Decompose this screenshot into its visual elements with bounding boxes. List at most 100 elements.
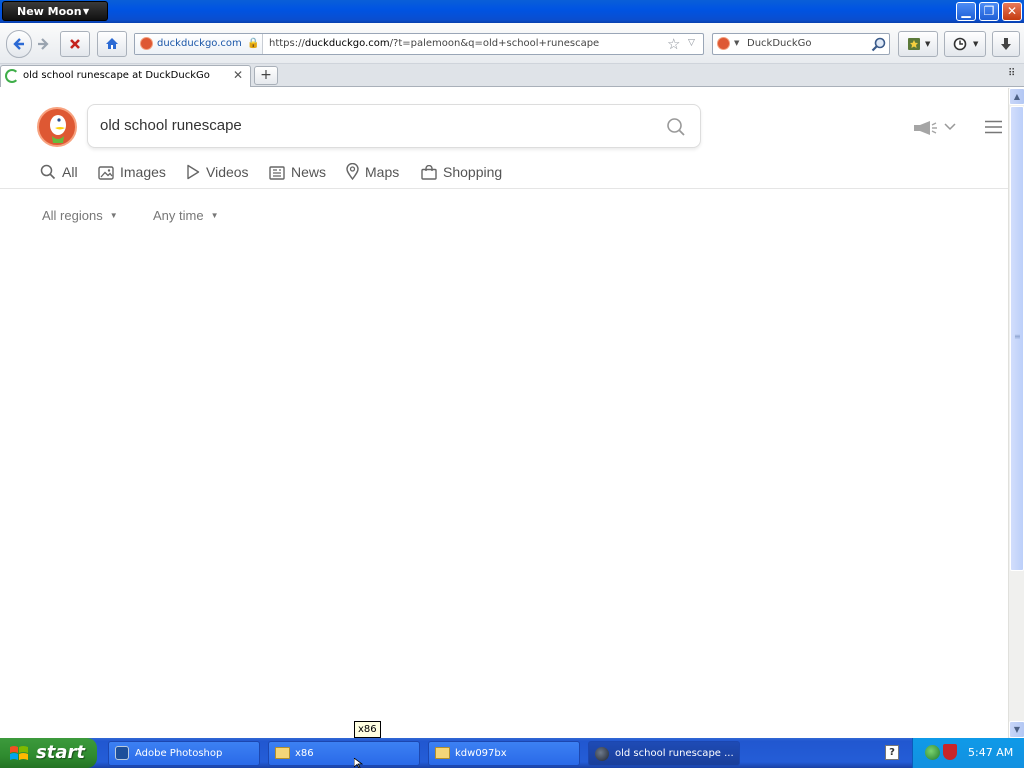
- scroll-down-button[interactable]: ▼: [1009, 721, 1024, 738]
- hamburger-menu-icon[interactable]: [985, 120, 1002, 134]
- tab-active[interactable]: old school runescape at DuckDuckGo ✕: [0, 65, 251, 87]
- home-icon: [106, 38, 118, 49]
- divider: [0, 188, 1008, 189]
- tab-images-label: Images: [120, 164, 166, 180]
- duckduckgo-logo[interactable]: [37, 107, 77, 147]
- task-label: old school runescape ...: [615, 748, 734, 759]
- help-icon[interactable]: ?: [885, 745, 899, 760]
- app-menu-button[interactable]: New Moon ▼: [2, 1, 108, 21]
- region-filter-dropdown[interactable]: All regions ▼: [42, 208, 118, 223]
- task-label: kdw097bx: [455, 748, 507, 759]
- window-titlebar: New Moon ▼ ▁ ❐ ✕: [0, 0, 1024, 23]
- scroll-thumb[interactable]: ≡: [1010, 106, 1024, 571]
- shopping-bag-icon: [421, 164, 437, 180]
- start-label: start: [36, 742, 85, 763]
- forward-arrow-icon: [38, 38, 49, 50]
- search-icon: [40, 164, 56, 180]
- search-input[interactable]: old school runescape: [100, 117, 242, 134]
- chevron-down-icon[interactable]: [944, 123, 956, 131]
- site-identity-button[interactable]: duckduckgo.com 🔒: [135, 34, 263, 54]
- pale-moon-icon: [595, 747, 609, 761]
- forward-button[interactable]: [36, 37, 50, 54]
- caret-down-icon: ▼: [210, 211, 219, 220]
- minimize-button[interactable]: ▁: [956, 2, 976, 21]
- megaphone-icon[interactable]: [912, 121, 938, 135]
- downloads-button[interactable]: [992, 31, 1020, 57]
- duckduckgo-favicon-icon: [140, 37, 153, 50]
- stop-button[interactable]: [60, 31, 90, 57]
- tab-videos[interactable]: Videos: [186, 161, 249, 183]
- tab-videos-label: Videos: [206, 164, 249, 180]
- shield-icon[interactable]: [943, 744, 957, 760]
- windows-logo-icon: [10, 746, 28, 760]
- tab-strip: old school runescape at DuckDuckGo ✕ + ⠿: [0, 64, 1024, 87]
- url-bar[interactable]: duckduckgo.com 🔒 https://duckduckgo.com/…: [134, 33, 704, 55]
- site-identity-label: duckduckgo.com: [157, 38, 242, 49]
- restore-button[interactable]: ❐: [979, 2, 999, 21]
- lock-icon: 🔒: [247, 38, 260, 49]
- chevron-down-icon[interactable]: ▼: [734, 39, 739, 47]
- tab-maps-label: Maps: [365, 164, 400, 180]
- url-text[interactable]: https://duckduckgo.com/?t=palemoon&q=old…: [269, 34, 669, 54]
- search-icon[interactable]: [666, 117, 686, 137]
- chevron-down-icon: ▼: [925, 40, 931, 48]
- back-arrow-icon: [13, 38, 24, 50]
- loading-spinner-icon: [5, 69, 19, 83]
- map-pin-icon: [346, 162, 359, 181]
- task-kdw097bx[interactable]: kdw097bx: [428, 741, 580, 766]
- tab-shopping[interactable]: Shopping: [421, 161, 502, 183]
- task-x86[interactable]: x86: [268, 741, 420, 766]
- task-browser[interactable]: old school runescape ...: [588, 741, 740, 766]
- tab-images[interactable]: Images: [98, 161, 166, 183]
- history-button[interactable]: ▼: [944, 31, 986, 57]
- clock-icon: [953, 37, 967, 51]
- tab-maps[interactable]: Maps: [346, 161, 399, 183]
- bookmarks-button[interactable]: ▼: [898, 31, 938, 57]
- mouse-cursor-icon: [354, 758, 364, 768]
- photoshop-icon: [115, 746, 129, 760]
- navigation-toolbar: duckduckgo.com 🔒 https://duckduckgo.com/…: [0, 23, 1024, 64]
- tab-title: old school runescape at DuckDuckGo: [23, 70, 210, 81]
- search-bar[interactable]: ▼ DuckDuckGo: [712, 33, 890, 55]
- task-adobe-photoshop[interactable]: Adobe Photoshop: [108, 741, 260, 766]
- taskbar-tooltip: x86: [354, 721, 381, 738]
- scroll-up-button[interactable]: ▲: [1009, 88, 1024, 105]
- network-icon[interactable]: [925, 745, 940, 760]
- start-button[interactable]: start: [0, 738, 97, 768]
- time-filter-dropdown[interactable]: Any time ▼: [153, 208, 219, 223]
- stop-icon: [70, 39, 80, 49]
- tab-all[interactable]: All: [40, 161, 78, 183]
- new-tab-button[interactable]: +: [254, 66, 278, 85]
- tab-news[interactable]: News: [269, 161, 326, 183]
- home-button[interactable]: [97, 31, 127, 57]
- taskbar: start Adobe Photoshop x86 kdw097bx old s…: [0, 738, 1024, 768]
- vertical-scrollbar[interactable]: ▲ ≡ ▼: [1008, 88, 1024, 738]
- clock[interactable]: 5:47 AM: [968, 746, 1013, 759]
- tab-shopping-label: Shopping: [443, 164, 503, 180]
- url-dropdown-icon[interactable]: ▽: [688, 38, 695, 48]
- play-icon: [187, 164, 200, 180]
- caret-down-icon: ▼: [109, 211, 118, 220]
- app-menu-label: New Moon: [17, 5, 82, 18]
- search-icon[interactable]: [871, 37, 886, 52]
- region-filter-label: All regions: [42, 208, 103, 223]
- duck-logo-icon: [50, 115, 66, 143]
- task-label: Adobe Photoshop: [135, 748, 223, 759]
- bookmark-star-icon[interactable]: ☆: [667, 35, 680, 53]
- folder-icon: [275, 747, 290, 759]
- search-box[interactable]: old school runescape: [87, 104, 701, 148]
- duckduckgo-engine-icon[interactable]: [717, 37, 730, 50]
- image-icon: [98, 166, 114, 180]
- time-filter-label: Any time: [153, 208, 204, 223]
- close-window-button[interactable]: ✕: [1002, 2, 1022, 21]
- chevron-down-icon: ▼: [973, 40, 979, 48]
- grip-icon: ≡: [1014, 332, 1021, 341]
- bookmarks-icon: [908, 38, 920, 50]
- back-button[interactable]: [6, 30, 32, 58]
- download-arrow-icon: [1001, 38, 1011, 50]
- chevron-down-icon: ▼: [83, 7, 90, 16]
- url-prefix: https://: [269, 38, 305, 49]
- close-tab-icon[interactable]: ✕: [233, 68, 243, 82]
- tab-list-icon[interactable]: ⠿: [1008, 68, 1015, 79]
- newspaper-icon: [269, 166, 285, 180]
